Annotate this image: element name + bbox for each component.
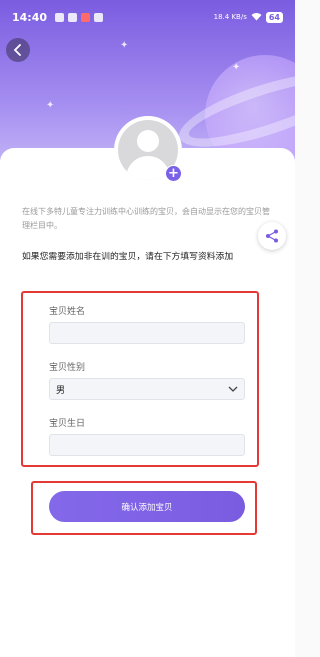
wifi-icon bbox=[251, 12, 262, 23]
add-photo-button[interactable]: + bbox=[165, 165, 182, 182]
name-input[interactable] bbox=[49, 322, 245, 344]
intro-text: 在线下多特儿童专注力训练中心训练的宝贝，会自动显示在您的宝贝管理栏目中。 bbox=[22, 207, 270, 230]
mail-icon bbox=[94, 12, 104, 22]
notification-icons bbox=[55, 12, 104, 22]
star-icon: ✦ bbox=[232, 62, 241, 73]
gender-label: 宝贝性别 bbox=[49, 363, 86, 373]
gender-value: 男 bbox=[56, 385, 66, 396]
back-button[interactable] bbox=[6, 38, 30, 62]
star-icon: ✦ bbox=[120, 40, 129, 51]
birthday-input[interactable] bbox=[49, 434, 245, 456]
star-icon: ✦ bbox=[46, 100, 55, 111]
gender-select[interactable]: 男 bbox=[49, 378, 245, 400]
share-button[interactable] bbox=[258, 222, 286, 250]
status-bar: 14:40 18.4 KB/s 64 bbox=[0, 0, 295, 34]
network-speed: 18.4 KB/s bbox=[213, 13, 247, 21]
name-label: 宝贝姓名 bbox=[49, 307, 86, 317]
chevron-down-icon bbox=[228, 386, 238, 392]
confirm-add-button[interactable]: 确认添加宝贝 bbox=[49, 491, 245, 522]
notification-icon bbox=[81, 12, 91, 22]
status-right: 18.4 KB/s 64 bbox=[213, 11, 283, 23]
battery-icon: 64 bbox=[265, 11, 283, 23]
share-icon bbox=[266, 229, 278, 243]
status-time: 14:40 bbox=[12, 10, 48, 24]
notification-icon bbox=[55, 12, 65, 22]
birthday-label: 宝贝生日 bbox=[49, 419, 86, 429]
chevron-left-icon bbox=[13, 44, 21, 56]
notification-icon bbox=[68, 12, 78, 22]
notice-text: 如果您需要添加非在训的宝贝，请在下方填写资料添加 bbox=[22, 252, 234, 262]
